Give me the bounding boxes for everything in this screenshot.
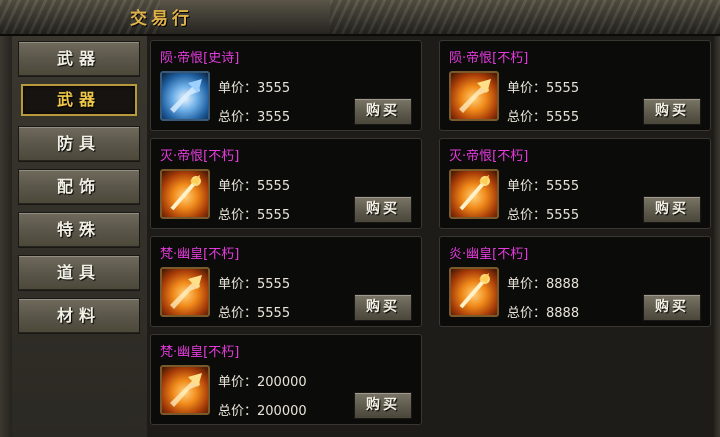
total-price: 总价：5555 (507, 110, 580, 125)
right-border (714, 36, 720, 437)
category-sidebar: 武器 武器 防具 配饰 特殊 道具 材料 (12, 36, 147, 437)
category-tab-weapon[interactable]: 武器 (18, 41, 140, 77)
unit-price: 单价：5555 (507, 81, 580, 96)
buy-button[interactable]: 购买 (354, 294, 412, 321)
gold-axe-icon[interactable] (160, 267, 210, 317)
item-name: 陨·帝恨[史诗] (160, 51, 240, 66)
unit-price: 单价：5555 (218, 277, 291, 292)
category-tab-material[interactable]: 材料 (18, 298, 140, 334)
window-title: 交易行 (130, 9, 193, 29)
item-name: 灭·帝恨[不朽] (449, 149, 529, 164)
listing-card: 梵·幽皇[不朽] 单价：200000 总价：200000 购买 (150, 334, 422, 425)
listing-card: 陨·帝恨[不朽] 单价：5555 总价：5555 购买 (439, 40, 711, 131)
unit-price: 单价：8888 (507, 277, 580, 292)
blue-axe-icon[interactable] (160, 71, 210, 121)
gold-staff-icon[interactable] (449, 169, 499, 219)
category-tab-weapon-selected[interactable]: 武器 (21, 84, 137, 116)
trading-window: 交易行 武器 武器 防具 配饰 特殊 道具 材料 陨·帝恨[史诗] 单价：355… (0, 0, 720, 437)
listing-card: 灭·帝恨[不朽] 单价：5555 总价：5555 购买 (150, 138, 422, 229)
item-name: 炎·幽皇[不朽] (449, 247, 529, 262)
gold-staff-icon[interactable] (449, 267, 499, 317)
buy-button[interactable]: 购买 (354, 196, 412, 223)
title-bar: 交易行 (0, 0, 720, 36)
category-tab-accessory[interactable]: 配饰 (18, 169, 140, 205)
listing-card: 陨·帝恨[史诗] 单价：3555 总价：3555 购买 (150, 40, 422, 131)
total-price: 总价：5555 (218, 306, 291, 321)
listing-card: 灭·帝恨[不朽] 单价：5555 总价：5555 购买 (439, 138, 711, 229)
gold-staff-icon[interactable] (160, 169, 210, 219)
item-name: 梵·幽皇[不朽] (160, 345, 240, 360)
buy-button[interactable]: 购买 (354, 392, 412, 419)
unit-price: 单价：3555 (218, 81, 291, 96)
buy-button[interactable]: 购买 (354, 98, 412, 125)
title-bar-ornament-right (330, 0, 720, 34)
item-name: 灭·帝恨[不朽] (160, 149, 240, 164)
total-price: 总价：200000 (218, 404, 307, 419)
gold-axe-icon[interactable] (449, 71, 499, 121)
total-price: 总价：5555 (218, 208, 291, 223)
buy-button[interactable]: 购买 (643, 294, 701, 321)
category-tab-armor[interactable]: 防具 (18, 126, 140, 162)
item-name: 陨·帝恨[不朽] (449, 51, 529, 66)
total-price: 总价：5555 (507, 208, 580, 223)
buy-button[interactable]: 购买 (643, 196, 701, 223)
total-price: 总价：8888 (507, 306, 580, 321)
left-border (0, 36, 12, 437)
category-tab-special[interactable]: 特殊 (18, 212, 140, 248)
total-price: 总价：3555 (218, 110, 291, 125)
listing-panel: 陨·帝恨[史诗] 单价：3555 总价：3555 购买 陨·帝恨[不朽] 单价：… (147, 36, 714, 437)
listing-card: 炎·幽皇[不朽] 单价：8888 总价：8888 购买 (439, 236, 711, 327)
gold-axe-icon[interactable] (160, 365, 210, 415)
listing-card: 梵·幽皇[不朽] 单价：5555 总价：5555 购买 (150, 236, 422, 327)
unit-price: 单价：200000 (218, 375, 307, 390)
buy-button[interactable]: 购买 (643, 98, 701, 125)
item-name: 梵·幽皇[不朽] (160, 247, 240, 262)
unit-price: 单价：5555 (507, 179, 580, 194)
unit-price: 单价：5555 (218, 179, 291, 194)
category-tab-item[interactable]: 道具 (18, 255, 140, 291)
